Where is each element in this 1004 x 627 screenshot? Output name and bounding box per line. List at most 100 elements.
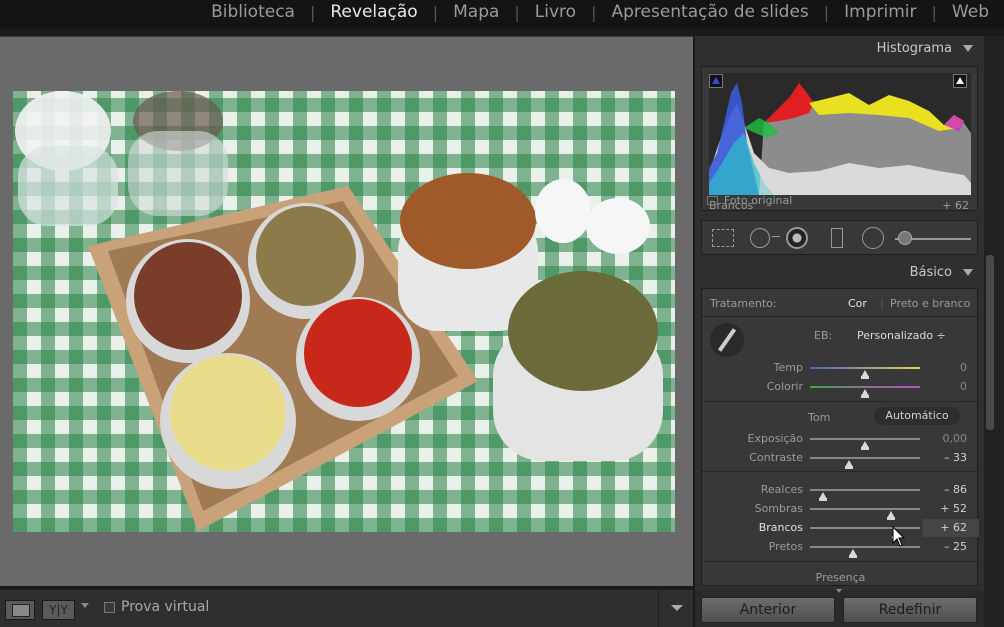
before-after-view-button[interactable]: Y|Y — [42, 600, 75, 620]
slider-value[interactable]: 0 — [960, 380, 967, 393]
radial-filter-tool-icon[interactable] — [862, 227, 884, 249]
slider-knob[interactable] — [848, 549, 857, 558]
slider-knob[interactable] — [819, 492, 828, 501]
treatment-color-option[interactable]: Cor — [848, 297, 867, 310]
divider — [702, 316, 979, 317]
loupe-view-button[interactable] — [5, 600, 35, 620]
collapse-triangle-icon[interactable] — [963, 269, 973, 276]
spot-removal-tool-icon[interactable] — [750, 228, 770, 248]
graduated-filter-tool-icon[interactable] — [831, 228, 843, 248]
slider-label: Temp — [773, 361, 803, 374]
shadow-clipping-icon[interactable] — [709, 74, 723, 88]
basic-panel: Tratamento: Cor | Preto e branco EB: Per… — [701, 288, 979, 586]
slider-value[interactable]: – 33 — [944, 451, 967, 464]
treatment-label: Tratamento: — [710, 297, 777, 310]
temp-slider[interactable] — [810, 367, 920, 379]
module-web[interactable]: Web — [937, 2, 1004, 22]
mouse-cursor-icon — [892, 526, 906, 547]
slider-value[interactable]: 0,00 — [943, 432, 968, 445]
slider-row-exposure: Exposição 0,00 — [702, 430, 979, 450]
slider-label: Realces — [760, 483, 803, 496]
adjustment-brush-tool-icon[interactable] — [898, 231, 912, 245]
photo-image — [15, 91, 663, 531]
auto-tone-button[interactable]: Automático — [874, 407, 960, 425]
histogram: Brancos + 62 — [701, 66, 978, 212]
original-photo-label: Foto original — [724, 194, 793, 207]
slider-row-highlights: Realces – 86 — [702, 481, 979, 501]
slider-value[interactable]: + 62 — [940, 521, 967, 534]
slider-knob[interactable] — [844, 460, 853, 469]
histogram-hover-value: + 62 — [942, 199, 969, 212]
image-preview-area[interactable] — [0, 36, 693, 586]
shadows-slider[interactable] — [810, 508, 920, 520]
basic-title: Básico — [909, 265, 952, 280]
module-develop[interactable]: Revelação — [315, 2, 432, 22]
module-print[interactable]: Imprimir — [829, 2, 931, 22]
slider-value[interactable]: + 52 — [940, 502, 967, 515]
contrast-slider[interactable] — [810, 457, 920, 469]
white-balance-eyedropper-icon[interactable] — [710, 323, 744, 357]
module-bar: Biblioteca | Revelação | Mapa | Livro | … — [0, 0, 1004, 29]
slider-label: Exposição — [747, 432, 803, 445]
chevron-down-icon[interactable] — [81, 603, 89, 608]
histogram-header[interactable]: Histograma — [695, 36, 984, 61]
slider-value[interactable]: – 25 — [944, 540, 967, 553]
chevron-down-icon — [836, 589, 842, 593]
reset-button[interactable]: Redefinir — [843, 597, 977, 623]
slider-label: Sombras — [754, 502, 803, 515]
module-book[interactable]: Livro — [520, 2, 591, 22]
tint-slider[interactable] — [810, 386, 920, 398]
toolbar-options-button[interactable] — [658, 590, 693, 627]
module-slideshow[interactable]: Apresentação de slides — [596, 2, 823, 22]
slider-label: Pretos — [768, 540, 803, 553]
tool-strip — [701, 220, 978, 255]
treatment-bw-option[interactable]: Preto e branco — [890, 297, 970, 310]
slider-row-whites: Brancos + 62 — [702, 519, 979, 539]
basic-header[interactable]: Básico — [695, 260, 984, 285]
exposure-slider[interactable] — [810, 438, 920, 450]
collapse-triangle-icon[interactable] — [963, 45, 973, 52]
divider — [702, 401, 979, 402]
slider-row-shadows: Sombras + 52 — [702, 500, 979, 520]
treatment-separator: | — [880, 297, 884, 310]
histogram-title: Histograma — [876, 41, 952, 56]
scrollbar-thumb[interactable] — [986, 255, 994, 430]
module-picker: Biblioteca | Revelação | Mapa | Livro | … — [196, 0, 1004, 24]
tone-label: Tom — [808, 411, 831, 424]
divider — [702, 471, 979, 472]
module-library[interactable]: Biblioteca — [196, 2, 310, 22]
slider-value[interactable]: – 86 — [944, 483, 967, 496]
presence-label: Presença — [815, 571, 866, 584]
slider-value[interactable]: 0 — [960, 361, 967, 374]
slider-knob[interactable] — [861, 441, 869, 450]
white-balance-label: EB: — [814, 329, 833, 342]
crop-tool-icon[interactable] — [712, 229, 734, 247]
highlight-clipping-icon[interactable] — [953, 74, 967, 88]
original-photo-checkbox[interactable]: Foto original — [707, 194, 792, 207]
divider — [702, 561, 979, 562]
white-balance-dropdown[interactable]: Personalizado ÷ — [857, 329, 946, 342]
histogram-graph — [709, 73, 971, 195]
slider-label: Colorir — [766, 380, 803, 393]
module-map[interactable]: Mapa — [438, 2, 514, 22]
right-panel: Histograma Brancos + 62 Foto original Bá… — [695, 36, 984, 627]
slider-knob[interactable] — [861, 389, 869, 398]
arrow-icon — [772, 236, 780, 237]
slider-row-temp: Temp 0 — [702, 359, 979, 379]
photo-preview[interactable] — [13, 91, 675, 532]
previous-settings-button[interactable]: Anterior — [701, 597, 835, 623]
checkbox-icon — [104, 601, 115, 613]
slider-label: Brancos — [758, 521, 803, 534]
highlights-slider[interactable] — [810, 489, 920, 501]
slider-row-contrast: Contraste – 33 — [702, 449, 979, 469]
red-eye-tool-icon[interactable] — [786, 227, 808, 249]
slider-knob[interactable] — [861, 370, 869, 379]
soft-proof-checkbox[interactable]: Prova virtual — [104, 599, 209, 615]
slider-row-tint: Colorir 0 — [702, 378, 979, 398]
checkbox-icon — [707, 196, 718, 205]
slider-knob[interactable] — [887, 511, 896, 520]
slider-label: Contraste — [749, 451, 803, 464]
slider-row-blacks: Pretos – 25 — [702, 538, 979, 558]
before-after-label: Y|Y — [49, 603, 68, 617]
treatment-row: Tratamento: Cor | Preto e branco — [710, 297, 972, 310]
